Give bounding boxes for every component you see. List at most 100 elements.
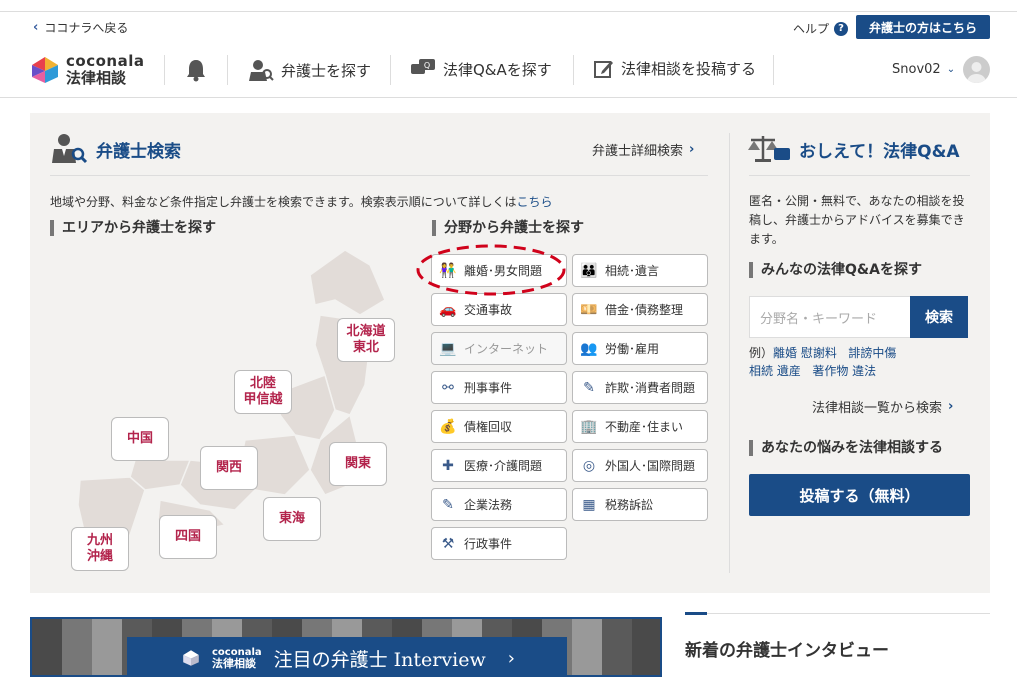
category-button[interactable]: ✎ 詐欺･消費者問題 [572,371,708,404]
header-divider [0,97,1017,98]
region-hokuriku-koshinetsu[interactable]: 北陸 甲信越 [234,370,292,414]
category-label: 借金･債務整理 [605,303,684,317]
field-heading: 分野から弁護士を探す [432,220,584,236]
logo-brand: coconala [66,52,145,70]
category-label: 刑事事件 [464,381,513,395]
nav-post-label: 法律相談を投稿する [621,60,757,78]
category-button[interactable]: ✚ 医療･介護問題 [431,449,567,482]
nav-find-lawyer-label: 弁護士を探す [281,61,372,80]
banner-sub: 法律相談 [212,656,256,670]
banner-text: 注目の弁護士 Interview [273,648,486,671]
back-to-coconala-link[interactable]: ‹ ココナラへ戻る [33,19,128,36]
post-consultation-button[interactable]: 投稿する（無料） [749,474,970,516]
example-link[interactable]: 違法 [852,364,876,378]
category-button[interactable]: ▦ 税務訴訟 [572,488,708,521]
gavel-icon: ⚒ [441,535,455,552]
detail-search-label: 弁護士詳細検索 [592,144,684,159]
region-kyushu-okinawa[interactable]: 九州 沖縄 [71,527,129,571]
category-label: 労働･雇用 [605,342,660,356]
user-menu[interactable]: Snov02 ⌄ [892,62,955,77]
panel-divider [729,133,730,573]
nav-divider [390,55,391,85]
example-link[interactable]: 著作物 [812,364,848,378]
qa-find-heading: みんなの法律Q&Aを探す [749,262,922,278]
category-button[interactable]: 👪 相続･遺言 [572,254,708,287]
logo-mark-icon [32,57,58,83]
category-button[interactable]: 🏢 不動産･住まい [572,410,708,443]
lawyer-detail-search-link[interactable]: 弁護士詳細検索 › [592,140,694,159]
category-button[interactable]: ◎ 外国人･国際問題 [572,449,708,482]
category-label: 債権回収 [464,420,513,434]
region-chugoku[interactable]: 中国 [111,417,169,461]
nav-find-lawyer[interactable]: 弁護士を探す [248,58,371,82]
category-label: 税務訴訟 [605,498,654,512]
category-button[interactable]: 💰 債権回収 [431,410,567,443]
category-label: 交通事故 [464,303,513,317]
lawyer-login-button[interactable]: 弁護士の方はこちら [856,15,990,39]
category-button[interactable]: ⚯ 刑事事件 [431,371,567,404]
region-kansai[interactable]: 関西 [200,446,258,490]
globe-icon: ◎ [582,457,596,474]
chevron-left-icon: ‹ [33,20,39,35]
region-hokkaido-tohoku[interactable]: 北海道 東北 [337,318,395,362]
region-kanto[interactable]: 関東 [329,442,387,486]
nav-divider [227,55,228,85]
qa-search-input[interactable]: 分野名・キーワード [749,296,911,338]
document-icon: ✎ [442,496,454,513]
example-link[interactable]: 相続 [749,364,773,378]
category-button[interactable]: 💴 借金･債務整理 [572,293,708,326]
medical-icon: ✚ [442,457,454,474]
qa-search-button[interactable]: 検索 [910,296,968,338]
region-shikoku[interactable]: 四国 [159,515,217,559]
scales-icon [748,132,792,168]
nav-divider [164,55,165,85]
help-label: ヘルプ [793,22,830,36]
category-button[interactable]: ⚒ 行政事件 [431,527,567,560]
site-logo[interactable]: coconala 法律相談 [30,54,144,86]
description-text: 地域や分野、料金など条件指定し弁護士を検索できます。検索表示順について詳しくは [50,195,517,209]
handcuffs-icon: ⚯ [442,379,454,396]
category-label: 詐欺･消費者問題 [605,381,696,395]
nav-find-qa[interactable]: Q 法律Q&Aを探す [410,58,552,80]
category-label: 不動産･住まい [605,420,684,434]
region-tokai[interactable]: 東海 [263,497,321,541]
category-button[interactable]: 👥 労働･雇用 [572,332,708,365]
example-link[interactable]: 遺産 [777,364,801,378]
example-link[interactable]: 慰謝料 [801,346,837,360]
category-button[interactable]: 💻 インターネット [431,332,567,365]
qa-post-heading: あなたの悩みを法律相談する [749,440,943,456]
nav-post-consultation[interactable]: 法律相談を投稿する [594,58,756,79]
banner-brand: coconala [212,646,262,658]
example-link[interactable]: 離婚 [773,346,797,360]
worker-icon: 👥 [580,340,598,357]
qa-chat-icon: Q [411,59,435,74]
interview-accent [685,612,707,615]
example-link[interactable]: 誹謗中傷 [848,346,896,360]
nav-find-qa-label: 法律Q&Aを探す [443,60,552,79]
help-link[interactable]: ヘルプ ? [793,20,849,37]
logo-sub: 法律相談 [66,69,127,87]
lawyer-search-description: 地域や分野、料金など条件指定し弁護士を検索できます。検索表示順について詳しくはこ… [50,193,552,210]
category-label: 行政事件 [464,537,513,551]
category-label: 医療･介護問題 [464,459,543,473]
chevron-right-icon: › [948,399,954,414]
interview-banner[interactable]: coconala 法律相談 注目の弁護士 Interview › [30,617,662,677]
category-label: 相続･遺言 [605,264,660,278]
interview-divider [685,613,990,614]
calculator-icon: ▦ [582,496,596,513]
chevron-down-icon: ⌄ [946,64,956,75]
notification-bell-icon[interactable] [185,58,207,86]
avatar[interactable] [963,56,990,83]
section-divider [50,175,708,176]
building-icon: 🏢 [580,418,598,435]
computer-icon: 💻 [439,340,457,357]
qa-list-search-link[interactable]: 法律相談一覧から検索 › [812,397,953,416]
lawyer-search-title: 弁護士検索 [96,142,181,162]
category-button[interactable]: ✎ 企業法務 [431,488,567,521]
fraud-icon: ✎ [583,379,595,396]
description-link[interactable]: こちら [516,195,552,209]
qa-list-label: 法律相談一覧から検索 [812,401,943,416]
qa-examples: 例）離婚 慰謝料 誹謗中傷 相続 遺産 著作物 違法 [749,344,896,380]
category-label: 企業法務 [464,498,513,512]
area-heading: エリアから弁護士を探す [50,220,216,236]
